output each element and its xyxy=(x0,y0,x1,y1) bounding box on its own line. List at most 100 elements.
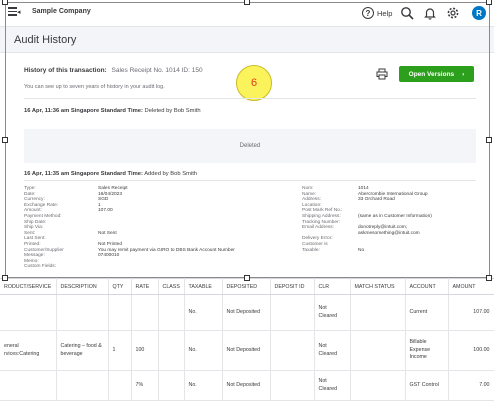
chevron-right-icon: › xyxy=(462,70,465,78)
detail-row: Custom Fields: xyxy=(24,264,235,270)
history-label-row: History of this transaction: Sales Recei… xyxy=(24,67,203,74)
table-cell xyxy=(0,294,57,331)
table-cell: Not Cleared xyxy=(314,294,351,331)
table-cell xyxy=(56,294,109,331)
deleted-timestamp: 16 Apr, 11:36 am Singapore Standard Time… xyxy=(24,108,143,114)
table-cell xyxy=(270,370,315,401)
line-items-table: RODUCT/SERVICE DESCRIPTION QTY RATE CLAS… xyxy=(0,278,494,403)
help-label: Help xyxy=(377,8,393,18)
table-cell xyxy=(56,370,109,401)
print-icon[interactable] xyxy=(376,68,388,80)
table-cell: Not Deposited xyxy=(222,370,271,401)
avatar[interactable]: R xyxy=(472,6,486,20)
deleted-entry-heading: 16 Apr, 11:36 am Singapore Standard Time… xyxy=(24,108,201,114)
details-left: Type: Sales Receipt Date: 16/04/2023 Curre… xyxy=(24,186,235,270)
table-cell: Not Deposited xyxy=(222,330,271,371)
table-cell: 1 xyxy=(108,330,132,371)
history-note: You can see up to seven years of history… xyxy=(24,84,165,90)
resize-handle[interactable] xyxy=(486,275,492,281)
table-cell: Current xyxy=(405,294,449,331)
table-row[interactable]: eneral rvices:Catering Catering – food &… xyxy=(0,330,494,371)
column-header[interactable]: CLR xyxy=(314,278,351,295)
table-cell xyxy=(108,370,132,401)
detail-row: Taxable: No xyxy=(302,248,432,254)
table-cell xyxy=(108,294,132,331)
history-label: History of this transaction: xyxy=(24,67,107,74)
menu-icon[interactable]: ◂ xyxy=(8,7,21,19)
open-versions-button[interactable]: Open Versions › xyxy=(399,66,474,82)
table-cell: 7% xyxy=(131,370,159,401)
column-header[interactable]: MATCH STATUS xyxy=(350,278,406,295)
open-versions-label: Open Versions xyxy=(408,70,455,78)
table-cell: eneral rvices:Catering xyxy=(0,330,57,371)
column-header[interactable]: TAXABLE xyxy=(184,278,223,295)
detail-value: 07400010 xyxy=(98,253,120,259)
table-cell: Catering – food & beverage xyxy=(56,330,109,371)
table-cell xyxy=(131,294,159,331)
resize-handle[interactable] xyxy=(244,275,250,281)
table-cell: 100.00 xyxy=(448,330,494,371)
table-row[interactable]: 7% No. Not Deposited Not Cleared GST Con… xyxy=(0,370,494,401)
resize-handle[interactable] xyxy=(486,0,492,5)
transaction-ref: Sales Receipt No. 1014 ID: 150 xyxy=(111,67,203,74)
table-cell xyxy=(350,370,406,401)
search-icon[interactable] xyxy=(400,6,414,20)
resize-handle[interactable] xyxy=(486,137,492,143)
column-header[interactable]: DEPOSIT ID xyxy=(270,278,315,295)
column-header[interactable]: CLASS xyxy=(158,278,185,295)
gear-icon[interactable] xyxy=(446,6,460,20)
detail-value: No xyxy=(358,247,365,253)
detail-value: 33 Orchard Road xyxy=(358,197,395,203)
table-cell: 7.00 xyxy=(448,370,494,401)
column-header[interactable]: RATE xyxy=(131,278,159,295)
help-button[interactable]: ? Help xyxy=(362,6,392,20)
divider xyxy=(24,180,476,181)
bell-icon[interactable] xyxy=(423,6,437,20)
resize-handle[interactable] xyxy=(2,275,8,281)
table-cell xyxy=(270,330,315,371)
detail-value: (same as in Customer Information) xyxy=(358,213,432,219)
title-band: Audit History xyxy=(0,27,494,53)
deleted-status-box: Deleted xyxy=(24,129,476,163)
table-cell: Billable Expense Income xyxy=(405,330,449,371)
detail-value: askmesomething@intuit.com xyxy=(358,230,420,236)
table-cell: No. xyxy=(184,294,223,331)
table-cell xyxy=(158,330,185,371)
detail-key: Custom Fields: xyxy=(24,264,56,270)
detail-value: 107.00 xyxy=(98,208,113,214)
table-cell xyxy=(270,294,315,331)
table-row[interactable]: No. Not Deposited Not Cleared Current 10… xyxy=(0,294,494,331)
details-right: Num: 1014 Name: Abercrombie International … xyxy=(302,186,432,253)
resize-handle[interactable] xyxy=(244,0,250,5)
resize-handle[interactable] xyxy=(2,0,8,5)
detail-key: Taxable: xyxy=(302,247,320,253)
added-timestamp: 16 Apr, 11:35 am Singapore Standard Time… xyxy=(24,171,143,177)
table-cell: No. xyxy=(184,370,223,401)
table-cell: Not Cleared xyxy=(314,330,351,371)
table-cell xyxy=(350,330,406,371)
resize-handle[interactable] xyxy=(2,137,8,143)
table-cell xyxy=(158,294,185,331)
table-cell: Not Cleared xyxy=(314,370,351,401)
table-cell xyxy=(350,294,406,331)
table-cell: 107.00 xyxy=(448,294,494,331)
column-header[interactable]: DESCRIPTION xyxy=(56,278,109,295)
callout-badge: 6 xyxy=(236,65,272,101)
help-icon: ? xyxy=(362,7,374,19)
table-cell xyxy=(0,370,57,401)
column-header[interactable]: RODUCT/SERVICE xyxy=(0,278,57,295)
table-cell: GST Control xyxy=(405,370,449,401)
added-entry-heading: 16 Apr, 11:35 am Singapore Standard Time… xyxy=(24,171,197,177)
table-cell: 100 xyxy=(131,330,159,371)
added-action: Added by Bob Smith xyxy=(144,171,198,177)
company-name: Sample Company xyxy=(32,8,91,15)
column-header[interactable]: QTY xyxy=(108,278,132,295)
divider xyxy=(24,98,476,99)
table-cell: Not Deposited xyxy=(222,294,271,331)
table-cell xyxy=(158,370,185,401)
column-header[interactable]: ACCOUNT xyxy=(405,278,449,295)
deleted-action: Deleted by Bob Smith xyxy=(144,108,201,114)
detail-value: Not Sent xyxy=(98,230,117,236)
table-cell: No. xyxy=(184,330,223,371)
page-title: Audit History xyxy=(14,34,77,46)
